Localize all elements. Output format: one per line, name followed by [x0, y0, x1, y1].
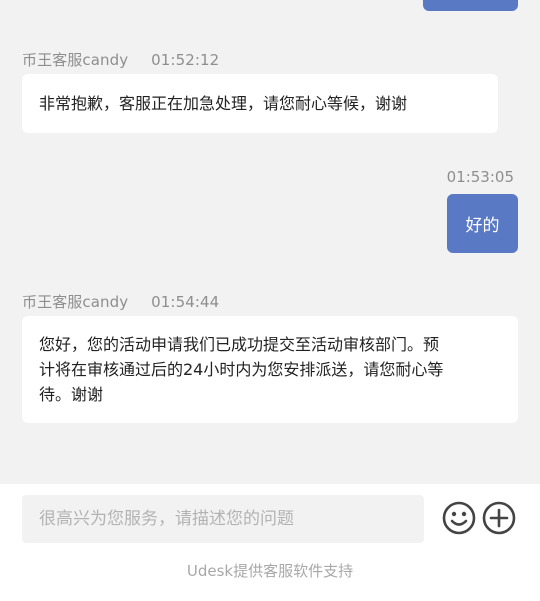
message-input[interactable] [22, 495, 424, 543]
message-time: 01:54:44 [151, 293, 220, 311]
sender-name: 币王客服candy [22, 51, 129, 69]
message-line: 计将在审核通过后的24小时内为您安排派送，请您耐心等 [39, 360, 444, 379]
message-time: 01:53:05 [446, 168, 514, 186]
composer-footer: Udesk提供客服软件支持 [0, 484, 540, 601]
plus-circle-icon[interactable] [482, 501, 516, 535]
incoming-message-bubble: 您好，您的活动申请我们已成功提交至活动审核部门。预 计将在审核通过后的24小时内… [22, 316, 518, 423]
message-text: 好的 [465, 216, 500, 236]
chat-message-list[interactable]: 币王客服candy 01:52:12 非常抱歉，客服正在加急处理，请您耐心等候，… [0, 0, 540, 484]
message-time: 01:52:12 [151, 51, 220, 69]
outgoing-message-bubble: 好的 [447, 194, 518, 253]
powered-by-text: Udesk提供客服软件支持 [186, 562, 354, 580]
message-meta: 币王客服candy 01:54:44 [22, 291, 219, 312]
message-meta: 币王客服candy 01:52:12 [22, 49, 219, 70]
message-line: 待。谢谢 [39, 385, 104, 404]
incoming-message-bubble: 非常抱歉，客服正在加急处理，请您耐心等候，谢谢 [22, 74, 498, 133]
message-line: 您好，您的活动申请我们已成功提交至活动审核部门。预 [39, 335, 440, 354]
smiley-face-icon[interactable] [442, 501, 476, 535]
sender-name: 币王客服candy [22, 293, 129, 311]
message-text: 非常抱歉，客服正在加急处理，请您耐心等候，谢谢 [39, 94, 408, 113]
previous-outgoing-bubble [423, 0, 518, 11]
